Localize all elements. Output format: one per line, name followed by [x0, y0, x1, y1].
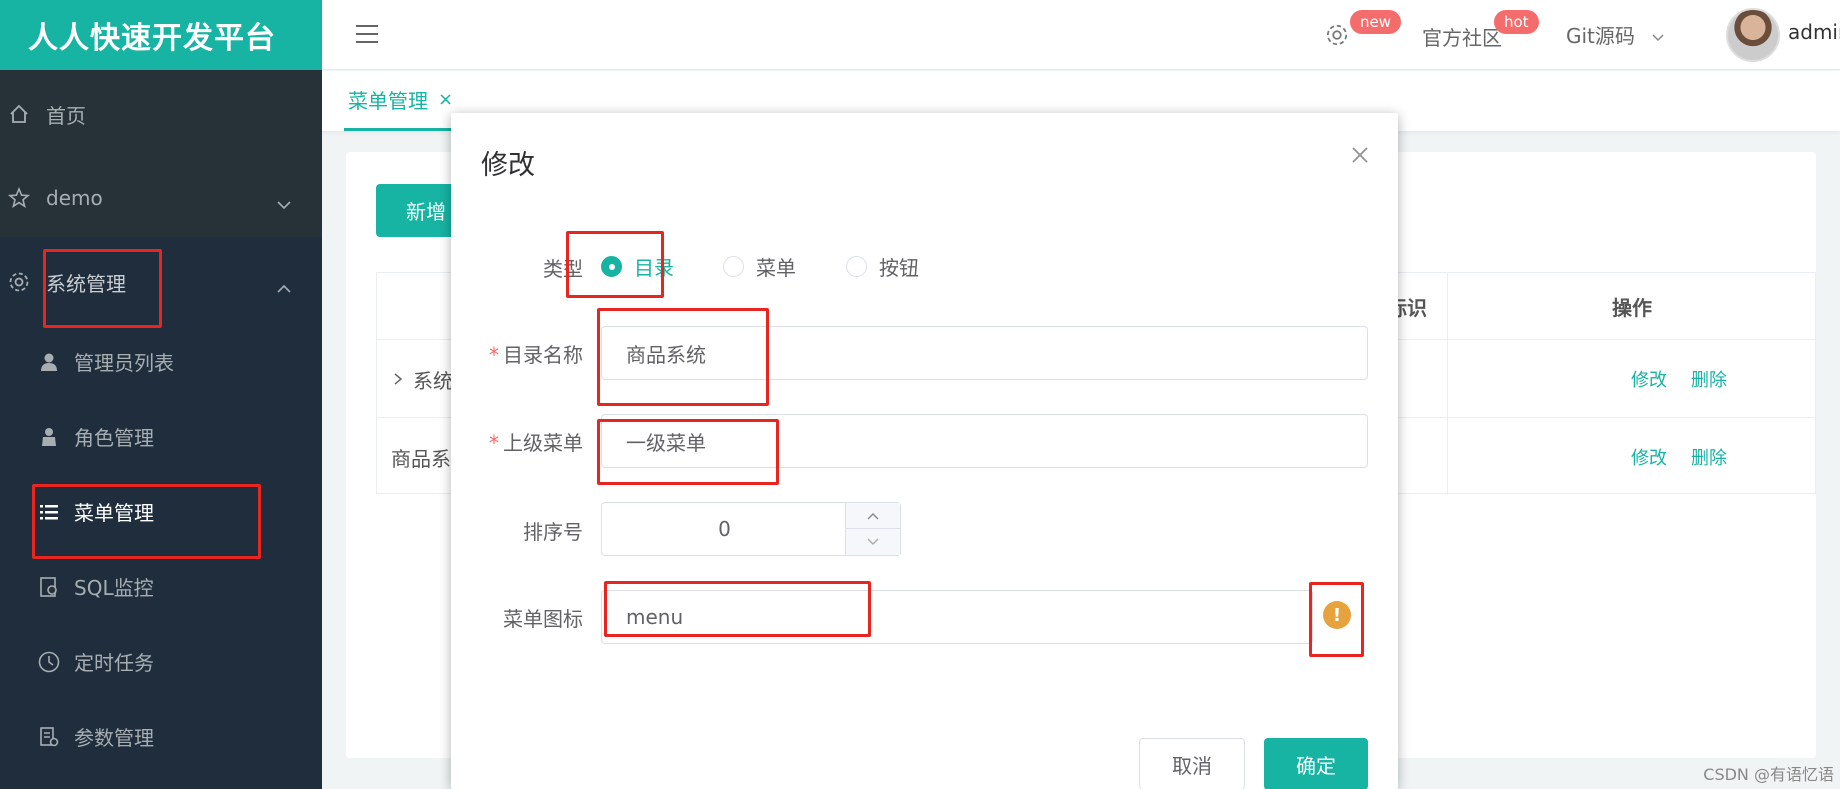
radio-label: 按钮 [879, 256, 919, 280]
close-icon[interactable]: × [438, 89, 453, 110]
type-radio-button[interactable]: 按钮 [846, 252, 919, 281]
edit-link[interactable]: 修改 [1631, 340, 1667, 418]
top-navbar: new 官方社区 hot Git源码 admin [322, 0, 1840, 70]
sidebar-item-scheduled-tasks[interactable]: 定时任务 [0, 624, 322, 699]
increase-button[interactable] [846, 503, 900, 529]
annotation-box [566, 231, 664, 298]
clock-icon [36, 649, 62, 675]
annotation-box [604, 581, 871, 637]
order-value[interactable]: 0 [602, 503, 847, 555]
annotation-box [32, 484, 261, 559]
sidebar-subitem-label: SQL监控 [74, 576, 154, 600]
brand-logo[interactable]: 人人快速开发平台 [0, 0, 322, 70]
dialog-title: 修改 [481, 150, 535, 181]
stepper [845, 503, 900, 555]
sidebar-item-admin-list[interactable]: 管理员列表 [0, 324, 322, 399]
tab-label: 菜单管理 [348, 89, 428, 113]
sidebar-subitem-label: 管理员列表 [74, 351, 174, 375]
sql-icon [36, 574, 62, 600]
delete-link[interactable]: 删除 [1691, 340, 1727, 418]
chevron-up-icon [276, 276, 292, 300]
name-label-text: 目录名称 [503, 343, 583, 367]
chevron-down-icon [276, 192, 292, 216]
watermark: CSDN @有语忆语 [1703, 765, 1834, 784]
order-label: 排序号 [523, 520, 583, 544]
sidebar-item-sql-monitor[interactable]: SQL监控 [0, 549, 322, 624]
header-ops: 操作 [1612, 295, 1652, 320]
community-link[interactable]: 官方社区 [1422, 22, 1502, 51]
git-source-dropdown[interactable]: Git源码 [1566, 20, 1665, 49]
required-mark: * [489, 431, 499, 455]
star-icon [6, 185, 32, 211]
home-icon [6, 101, 32, 127]
radio-label: 菜单 [756, 256, 796, 280]
tab-menu-management[interactable]: 菜单管理 × [344, 71, 458, 131]
sidebar-item-home[interactable]: 首页 [0, 72, 322, 156]
sidebar-item-label: demo [46, 186, 103, 210]
confirm-button[interactable]: 确定 [1264, 738, 1368, 789]
sidebar-item-demo[interactable]: demo [0, 156, 322, 240]
annotation-box [43, 249, 162, 328]
sidebar-subitem-label: 参数管理 [74, 726, 154, 750]
radio-dot [846, 256, 867, 277]
sidebar-item-params[interactable]: 参数管理 [0, 699, 322, 774]
git-label: Git源码 [1566, 24, 1635, 48]
close-icon[interactable] [1350, 145, 1370, 169]
chevron-right-icon[interactable] [391, 372, 405, 386]
config-icon [36, 724, 62, 750]
sidebar: 人人快速开发平台 首页 demo 系统管理 管理员列表 角色管理 菜单管理 SQ… [0, 0, 322, 789]
order-number-input[interactable]: 0 [601, 502, 901, 556]
hot-badge: hot [1494, 10, 1539, 34]
menu-toggle-icon[interactable] [354, 22, 380, 50]
required-mark: * [489, 343, 499, 367]
user-icon [36, 349, 62, 375]
name-label: * 目录名称 [489, 339, 583, 368]
parent-label: * 上级菜单 [489, 427, 583, 456]
delete-link[interactable]: 删除 [1691, 418, 1727, 496]
gear-icon [6, 269, 32, 295]
cancel-button[interactable]: 取消 [1139, 738, 1245, 789]
chevron-down-icon [1652, 34, 1664, 42]
row-name-cell[interactable]: 系统 [391, 340, 453, 418]
chevron-up-icon [867, 512, 879, 519]
sidebar-subitem-label: 角色管理 [74, 426, 154, 450]
parent-label-text: 上级菜单 [503, 431, 583, 455]
edit-menu-dialog: 修改 类型 目录 菜单 按钮 * 目录名称 商品系统 * 上级菜单 一级菜单 排序号… [451, 113, 1398, 789]
decrease-button[interactable] [846, 529, 900, 555]
annotation-box [597, 308, 769, 406]
edit-link[interactable]: 修改 [1631, 418, 1667, 496]
type-radio-menu[interactable]: 菜单 [723, 252, 796, 281]
annotation-box [597, 419, 779, 485]
settings-gear-icon[interactable] [1324, 22, 1350, 52]
radio-dot [723, 256, 744, 277]
icon-label: 菜单图标 [503, 607, 583, 631]
sidebar-item-roles[interactable]: 角色管理 [0, 399, 322, 474]
row-name: 商品系 [391, 446, 451, 471]
role-icon [36, 424, 62, 450]
username[interactable]: admin [1788, 20, 1840, 44]
sidebar-subitem-label: 定时任务 [74, 651, 154, 675]
avatar[interactable] [1726, 8, 1780, 62]
chevron-down-icon [867, 538, 879, 545]
new-badge: new [1350, 10, 1402, 34]
sidebar-item-label: 首页 [46, 103, 86, 128]
annotation-box [1309, 582, 1364, 657]
row-name: 系统 [413, 368, 453, 393]
